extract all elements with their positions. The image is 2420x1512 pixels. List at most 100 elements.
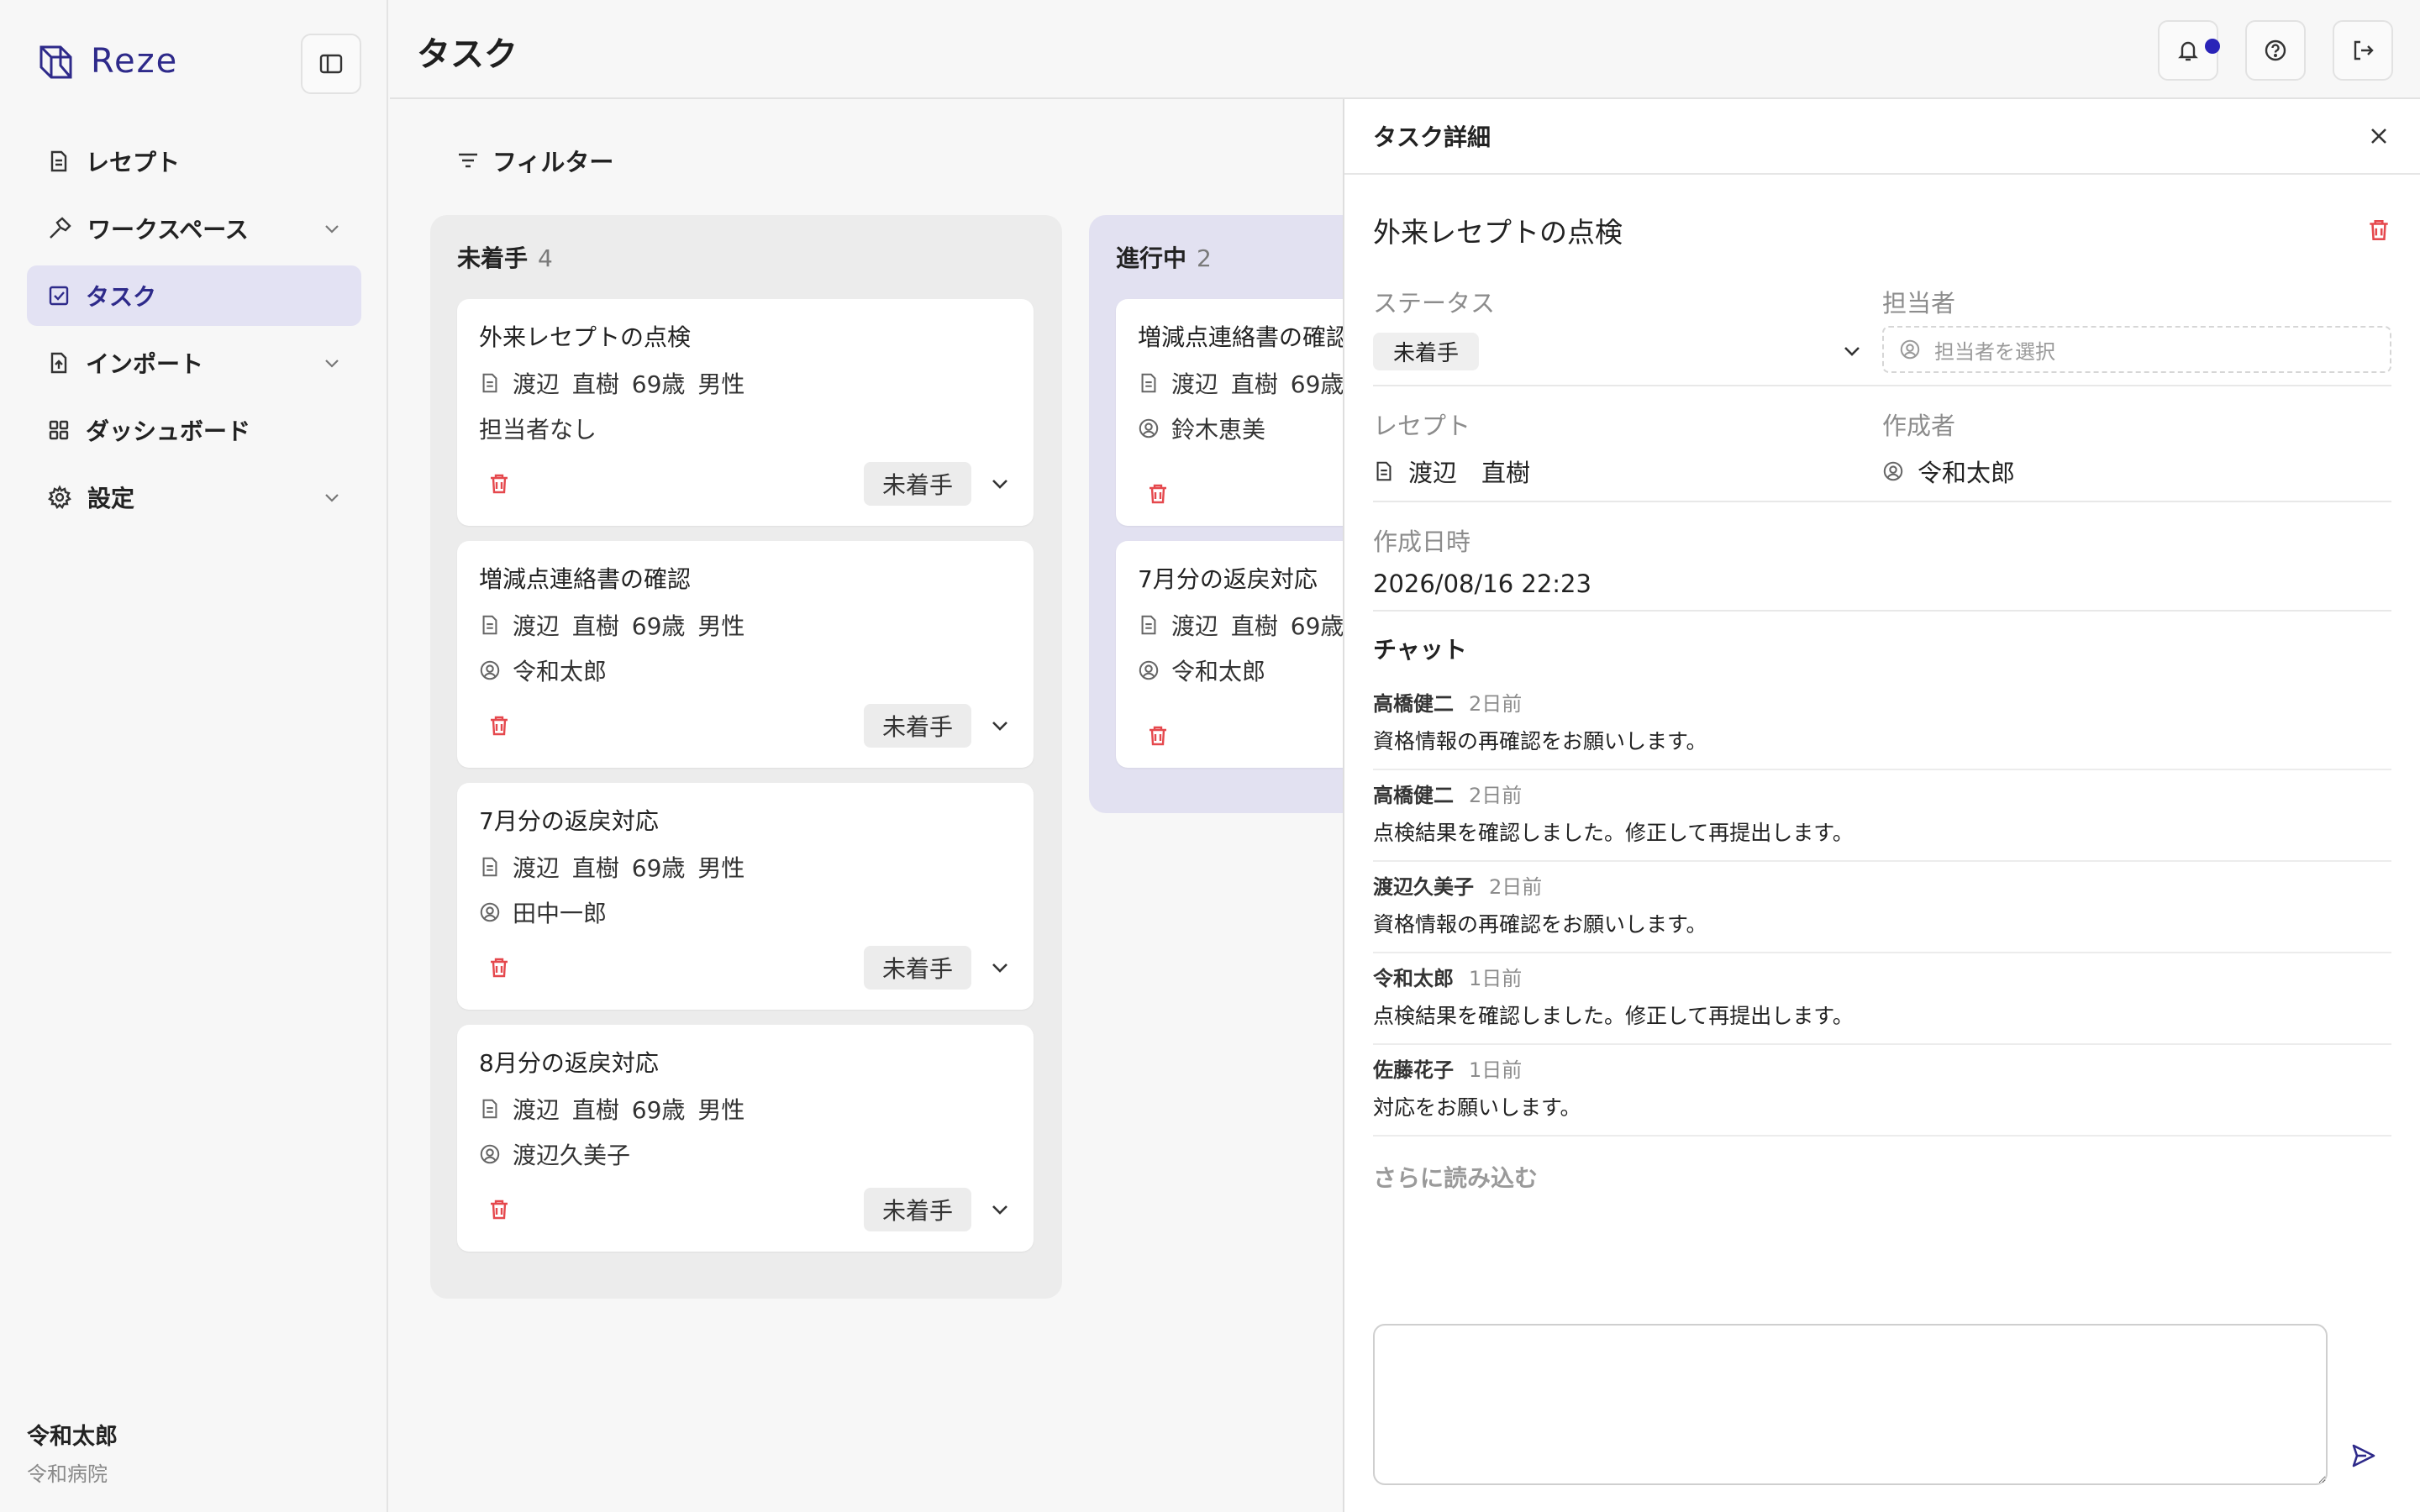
- task-detail-panel: タスク詳細 外来レセプトの点検 ステータス 未着手 担当者 担当者を選択 レセプ…: [1343, 99, 2420, 1512]
- status-badge: 未着手: [863, 704, 971, 748]
- delete-task-button[interactable]: [1138, 482, 1178, 506]
- delete-task-button[interactable]: [479, 1198, 519, 1221]
- status-dropdown-button[interactable]: [988, 472, 1012, 496]
- logout-button[interactable]: [2333, 20, 2393, 81]
- sidebar-item-import[interactable]: インポート: [27, 333, 361, 393]
- file-import-icon: [47, 351, 71, 375]
- task-card-patient: 渡辺 直樹 69歳 男性: [479, 1092, 1012, 1126]
- task-card-footer: 未着手: [479, 704, 1012, 748]
- status-badge: 未着手: [863, 462, 971, 506]
- current-user[interactable]: 令和太郎 令和病院: [27, 1418, 118, 1487]
- user-circle-icon: [1899, 339, 1921, 360]
- patient-info: 渡辺 直樹 69歳 男性: [513, 1096, 745, 1124]
- send-message-button[interactable]: [2349, 1441, 2378, 1470]
- status-badge: 未着手: [863, 946, 971, 990]
- task-card-title: 外来レセプトの点検: [479, 323, 692, 351]
- sidebar-item-settings[interactable]: 設定: [27, 467, 361, 528]
- task-card-patient: 渡辺 直樹 69歳 男性: [479, 366, 1012, 400]
- sidebar-item-receipt[interactable]: レセプト: [27, 131, 361, 192]
- message-time: 2日前: [1469, 692, 1523, 716]
- close-panel-button[interactable]: [2366, 123, 2391, 149]
- assignee-name: 渡辺久美子: [513, 1142, 631, 1169]
- sidebar-item-workspace[interactable]: ワークスペース: [27, 198, 361, 259]
- status-dropdown-button[interactable]: [988, 1198, 1012, 1221]
- send-icon: [2349, 1441, 2378, 1470]
- created-value: 2026/08/16 22:23: [1373, 570, 1591, 598]
- divider: [1373, 610, 2391, 612]
- patient-info: 渡辺 直樹 69歳: [1171, 612, 1344, 640]
- chat-message: 高橋健二 2日前 点検結果を確認しました。修正して再提出します。: [1373, 770, 2391, 862]
- assignee-placeholder: 担当者を選択: [1934, 339, 2055, 364]
- assignee-select[interactable]: 担当者を選択: [1882, 326, 2391, 373]
- notifications-button[interactable]: [2158, 20, 2220, 81]
- help-icon: [2263, 38, 2288, 63]
- task-card[interactable]: 増減点連絡書の確認 渡辺 直樹 69歳 男性 令和太郎 未着手: [457, 541, 1034, 768]
- document-icon: [479, 856, 501, 878]
- task-card[interactable]: 8月分の返戻対応 渡辺 直樹 69歳 男性 渡辺久美子 未着手: [457, 1025, 1034, 1252]
- delete-task-button[interactable]: [1138, 724, 1178, 748]
- user-circle-icon: [1138, 417, 1160, 439]
- assignee-text: 担当者なし: [479, 416, 597, 444]
- load-more-button[interactable]: さらに読み込む: [1373, 1160, 2420, 1194]
- task-title[interactable]: 外来レセプトの点検: [1373, 210, 2366, 250]
- user-name: 令和太郎: [27, 1424, 118, 1450]
- chevron-down-icon: [323, 354, 341, 372]
- status-label: ステータス: [1373, 289, 1496, 318]
- delete-task-button[interactable]: [479, 714, 519, 738]
- creator-value-row: 令和太郎: [1882, 454, 2391, 489]
- delete-task-button[interactable]: [479, 472, 519, 496]
- assignee-field: 担当者 担当者を選択: [1882, 284, 2391, 373]
- delete-task-button[interactable]: [479, 956, 519, 979]
- task-card-assignee: 担当者なし: [479, 412, 1012, 445]
- task-card-footer: 未着手: [479, 946, 1012, 990]
- receipt-link[interactable]: 渡辺 直樹: [1373, 454, 1882, 489]
- task-card-assignee: 渡辺久美子: [479, 1137, 1012, 1171]
- brand[interactable]: Reze: [37, 40, 178, 82]
- status-dropdown-button[interactable]: [988, 714, 1012, 738]
- task-card-footer: 未着手: [479, 1188, 1012, 1231]
- message-body: 点検結果を確認しました。修正して再提出します。: [1373, 1004, 1854, 1028]
- sidebar-item-dashboard[interactable]: ダッシュボード: [27, 400, 361, 460]
- message-author: 渡辺久美子: [1373, 875, 1474, 899]
- trash-icon: [487, 472, 511, 496]
- sidebar-item-tasks[interactable]: タスク: [27, 265, 361, 326]
- task-title-row: 外来レセプトの点検: [1373, 210, 2391, 250]
- message-body: 点検結果を確認しました。修正して再提出します。: [1373, 821, 1854, 845]
- status-dropdown-button[interactable]: [988, 956, 1012, 979]
- help-button[interactable]: [2245, 20, 2306, 81]
- sidebar-toggle-button[interactable]: [301, 34, 361, 94]
- assignee-name: 令和太郎: [513, 658, 608, 685]
- patient-info: 渡辺 直樹 69歳: [1171, 370, 1344, 398]
- trash-icon: [1146, 724, 1170, 748]
- column-title: 進行中: [1116, 244, 1187, 272]
- message-author: 令和太郎: [1373, 967, 1454, 990]
- user-organization: 令和病院: [27, 1462, 108, 1486]
- chat-message-input[interactable]: [1373, 1324, 2328, 1485]
- status-select[interactable]: 未着手: [1373, 331, 1882, 371]
- task-card[interactable]: 外来レセプトの点検 渡辺 直樹 69歳 男性 担当者なし 未着手: [457, 299, 1034, 526]
- user-circle-icon: [479, 901, 501, 923]
- notification-dot: [2205, 39, 2220, 54]
- sidebar-panel-icon: [318, 51, 344, 76]
- task-card-assignee: 田中一郎: [479, 895, 1012, 929]
- document-icon: [1373, 460, 1395, 482]
- divider: [1373, 385, 2391, 386]
- chat-message: 佐藤花子 1日前 対応をお願いします。: [1373, 1045, 2391, 1137]
- delete-task-button[interactable]: [2366, 218, 2391, 243]
- creator-label: 作成者: [1882, 412, 1956, 440]
- trash-icon: [487, 1198, 511, 1221]
- document-icon: [479, 1098, 501, 1120]
- status-value: 未着手: [1373, 332, 1480, 370]
- filter-button[interactable]: フィルター: [455, 143, 613, 178]
- sidebar-item-label: タスク: [86, 283, 157, 311]
- task-card-assignee: 令和太郎: [479, 654, 1012, 687]
- message-time: 1日前: [1469, 1058, 1523, 1082]
- task-card[interactable]: 7月分の返戻対応 渡辺 直樹 69歳 男性 田中一郎 未着手: [457, 783, 1034, 1010]
- creator-value: 令和太郎: [1918, 459, 2016, 487]
- chevron-down-icon: [988, 956, 1012, 979]
- message-author: 高橋健二: [1373, 692, 1454, 716]
- chevron-down-icon: [323, 219, 341, 238]
- user-circle-icon: [1882, 460, 1904, 482]
- column-title: 未着手: [457, 244, 529, 272]
- filter-icon: [455, 148, 481, 173]
